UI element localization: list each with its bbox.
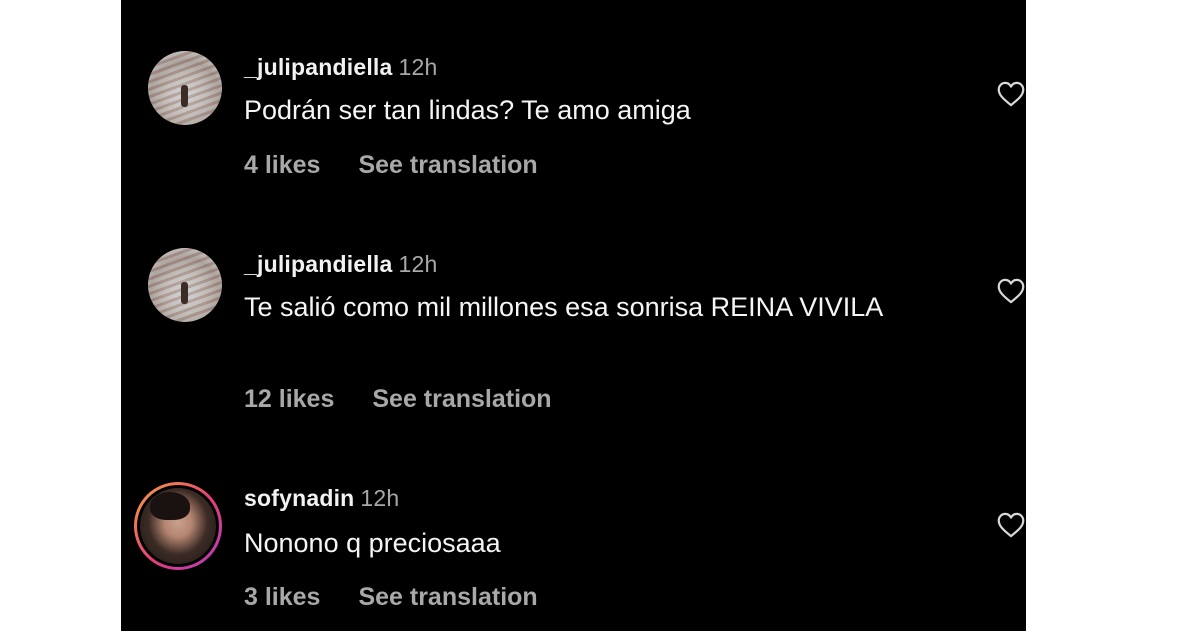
heart-outline-icon[interactable] xyxy=(997,512,1025,538)
comment-meta: 3 likes See translation xyxy=(244,583,576,612)
heart-outline-icon[interactable] xyxy=(997,81,1025,107)
comment-text: Podrán ser tan lindas? Te amo amiga xyxy=(244,95,691,125)
avatar[interactable] xyxy=(134,482,222,570)
avatar[interactable] xyxy=(148,51,222,125)
see-translation-link[interactable]: See translation xyxy=(372,385,551,413)
likes-count[interactable]: 4 likes xyxy=(244,151,320,179)
comment-text: Te salió como mil millones esa sonrisa R… xyxy=(244,292,884,322)
likes-count[interactable]: 12 likes xyxy=(244,385,334,413)
comments-panel: _julipandiella 12h Podrán ser tan lindas?… xyxy=(121,0,1026,631)
likes-count[interactable]: 3 likes xyxy=(244,583,320,611)
story-ring xyxy=(137,485,219,567)
heart-outline-icon[interactable] xyxy=(997,278,1025,304)
username-text[interactable]: sofynadin xyxy=(244,485,354,511)
avatar[interactable] xyxy=(148,248,222,322)
username-text[interactable]: _julipandiella xyxy=(244,251,393,277)
comment-time: 12h xyxy=(398,251,438,277)
avatar-photo xyxy=(140,488,216,564)
comment-time: 12h xyxy=(398,54,438,80)
comment-meta: 4 likes See translation xyxy=(244,151,576,180)
comment-username[interactable]: _julipandiella 12h xyxy=(244,54,438,81)
username-text[interactable]: _julipandiella xyxy=(244,54,393,80)
avatar-figure xyxy=(181,85,188,107)
comment-meta: 12 likes See translation xyxy=(244,385,590,414)
comment-username[interactable]: _julipandiella 12h xyxy=(244,251,438,278)
comment-time: 12h xyxy=(360,485,400,511)
see-translation-link[interactable]: See translation xyxy=(358,151,537,179)
comment-username[interactable]: sofynadin 12h xyxy=(244,485,399,512)
see-translation-link[interactable]: See translation xyxy=(358,583,537,611)
avatar-figure xyxy=(181,282,188,304)
comment-text: Nonono q preciosaaa xyxy=(244,528,501,558)
